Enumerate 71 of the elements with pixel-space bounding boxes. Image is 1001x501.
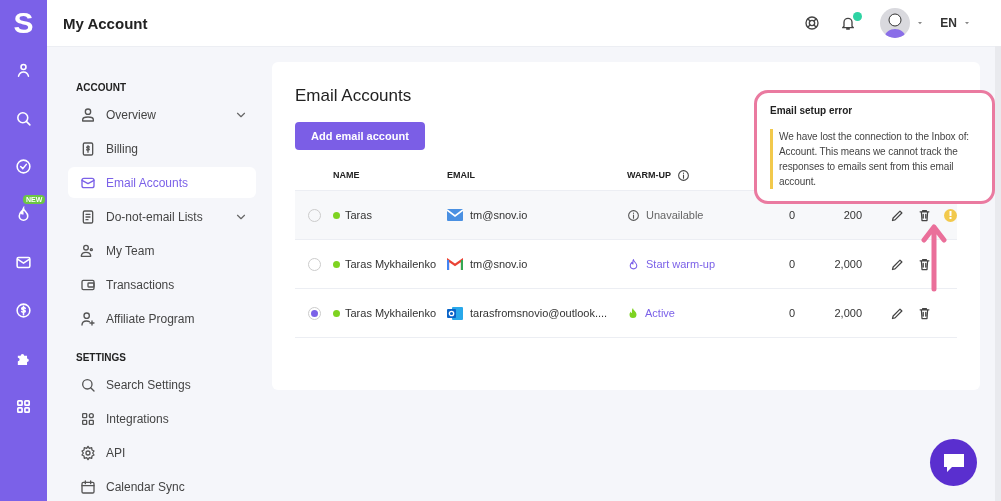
dollar-bill-icon [80,140,96,157]
avatar[interactable] [880,8,911,38]
sidebar-item[interactable]: Email Accounts [68,167,256,198]
table-cell: Taras [345,209,372,221]
gmail-icon [447,258,463,270]
chat-icon [942,452,965,473]
calendar-icon [80,478,96,495]
language-selector[interactable]: EN [940,16,957,30]
sidebar-item[interactable]: Affiliate Program [68,303,256,334]
add-email-account-button[interactable]: Add email account [295,122,425,150]
section-heading: ACCOUNT [75,81,127,95]
table-cell: 2,000 [834,307,862,319]
gear-icon [80,444,96,461]
table-cell: tm@snov.io [470,258,528,270]
grid-icon[interactable] [15,397,32,415]
table-cell: Unavailable [646,209,704,221]
search-icon [80,376,96,393]
table-cell: 0 [788,307,795,319]
trash-icon [917,256,932,272]
person-icon [80,106,96,123]
table-cell: 2,000 [834,258,862,270]
table-cell: 0 [788,209,795,221]
info-icon [677,168,690,182]
logo[interactable]: S [13,0,34,46]
tooltip-message: We have lost the connection to the Inbox of: Account. This means we cannot track the responses to emails sent from this email account. [770,129,980,189]
column-header: NAME [333,170,360,180]
flame-icon [627,257,640,271]
document-icon [80,208,96,225]
trash-icon [917,305,932,321]
lifebuoy-icon [804,15,821,31]
envelope-icon [447,209,463,221]
search-icon[interactable] [15,109,32,127]
column-header: WARM-UP [627,170,671,180]
table-cell: Active [645,307,675,319]
sidebar-item[interactable]: Calendar Sync [68,471,256,501]
sidebar-item[interactable]: Do-not-email Lists [68,201,256,232]
sidebar-item[interactable]: API [68,437,256,468]
sidebar-item[interactable]: Overview [68,99,256,130]
caret-icon [963,19,971,27]
tooltip-title: Email setup error [770,105,854,116]
table-cell: Taras Mykhailenko [345,307,437,319]
table-cell: tarasfromsnovio@outlook.... [470,307,608,319]
team-icon [80,242,96,259]
section-heading: SETTINGS [75,351,127,365]
start-warm-up-link[interactable]: Start warm-up [646,258,716,270]
sidebar-item[interactable]: Integrations [68,403,256,434]
person-icon[interactable] [15,61,32,79]
check-circle-icon[interactable] [15,157,32,175]
arrow-up [921,222,947,292]
info-icon [627,208,640,222]
section-title: Email Accounts [295,86,413,106]
sidebar-item[interactable]: Search Settings [68,369,256,400]
table-cell: 200 [843,209,862,221]
column-header: EMAIL [447,170,475,180]
grid-icon [80,410,96,427]
trash-icon [917,207,932,223]
bell-icon [840,15,857,31]
page-title: My Account [63,14,149,32]
sidebar-item[interactable]: Billing [68,133,256,164]
flame-icon [627,306,639,320]
table-cell: tm@snov.io [470,209,528,221]
dollar-circle-icon[interactable] [15,301,32,319]
person-plus-icon [80,310,96,327]
table-cell: 0 [788,258,795,270]
caret-icon [916,19,925,27]
scrollbar[interactable] [995,46,1001,501]
sidebar-item[interactable]: Transactions [68,269,256,300]
chat-button[interactable] [930,439,977,486]
outlook-icon [447,305,463,321]
table-cell: Taras Mykhailenko [345,258,437,270]
sidebar-item[interactable]: My Team [68,235,256,266]
